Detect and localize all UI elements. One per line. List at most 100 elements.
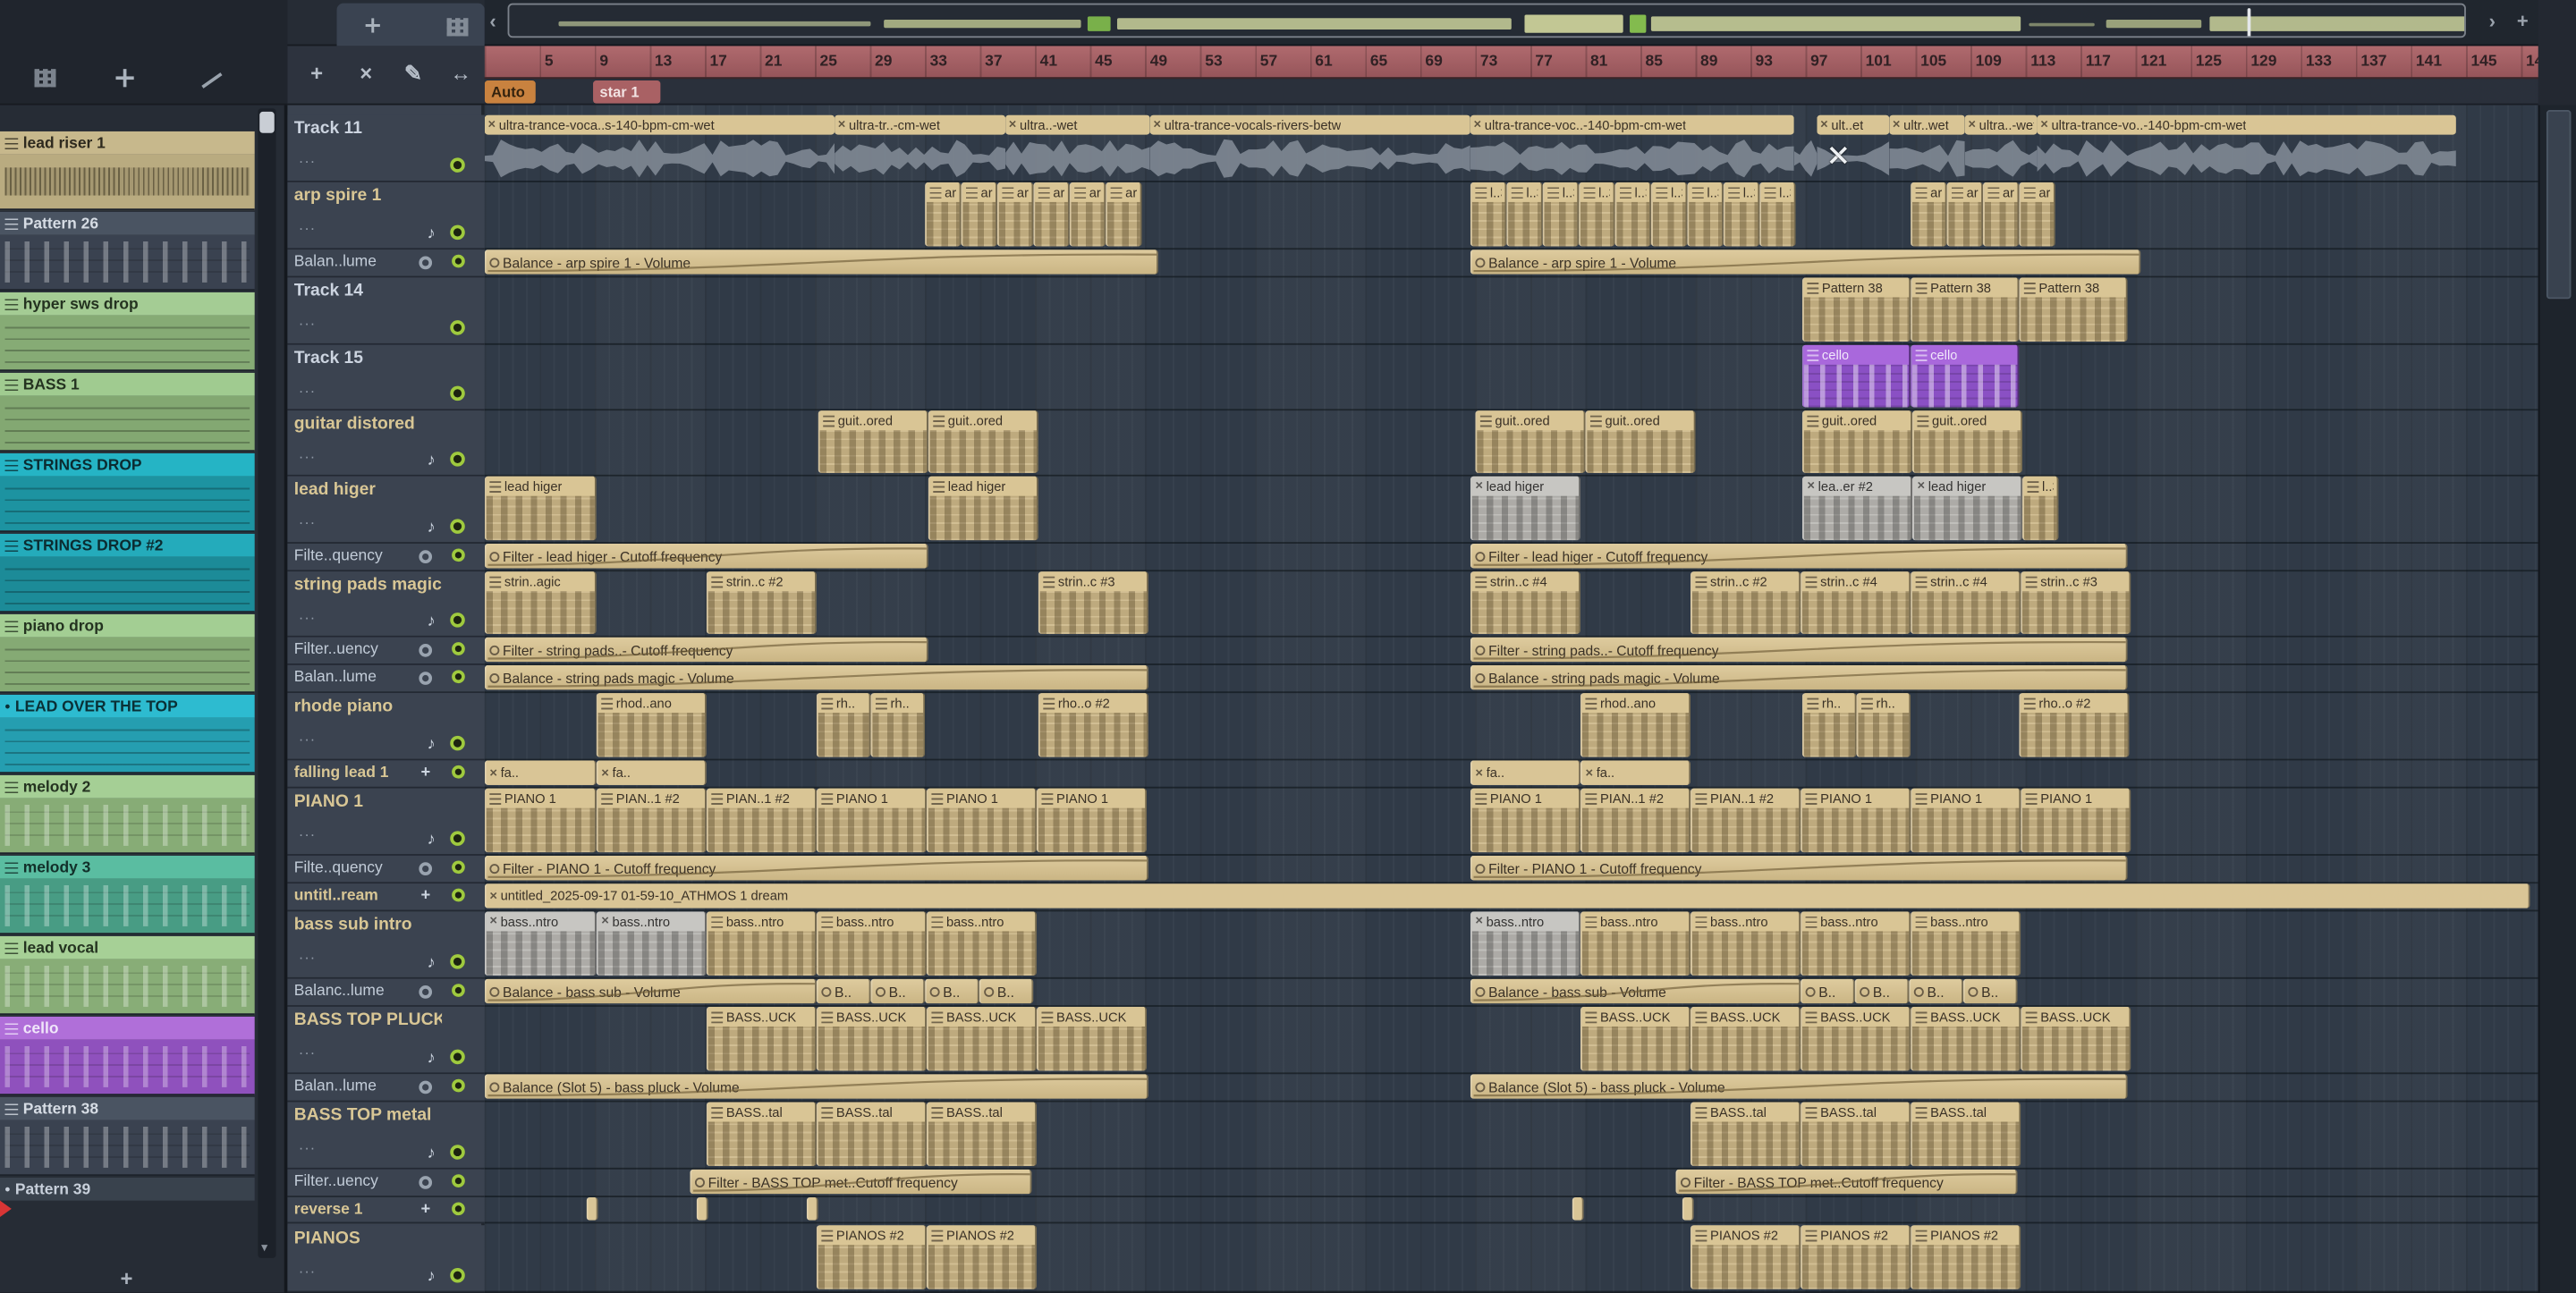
track-mute-led[interactable]: [450, 224, 465, 241]
playlist-clip[interactable]: PIANOS #2: [1911, 1225, 2021, 1289]
playlist-clip[interactable]: PIANO 1: [1036, 788, 1148, 853]
track-header-balan-lume[interactable]: Balan..lume: [287, 249, 485, 278]
playlist-clip[interactable]: [1572, 1196, 1584, 1221]
playlist-clip[interactable]: l..3: [1542, 182, 1580, 247]
playlist-clip[interactable]: PIAN..1 #2: [596, 788, 707, 853]
playlist-clip[interactable]: Balance - bass sub - Volume: [484, 978, 817, 1004]
track-mute-led[interactable]: [450, 954, 465, 969]
picker-scrollbar-thumb[interactable]: [259, 111, 275, 133]
playlist-clip[interactable]: ar..: [1982, 182, 2020, 247]
playlist-clip[interactable]: ar..: [1106, 182, 1142, 247]
track-header-filter-uency[interactable]: Filter..uency: [287, 1169, 485, 1197]
picker-item-cello[interactable]: cello: [0, 1016, 255, 1096]
playlist-clip[interactable]: B..: [870, 978, 926, 1004]
playlist-clip[interactable]: × ultra-tr..-cm-wet: [835, 114, 1006, 180]
playlist-clip[interactable]: PIAN..1 #2: [1690, 788, 1801, 853]
playlist-clip[interactable]: Balance - arp spire 1 - Volume: [484, 249, 1158, 275]
track-mute-led[interactable]: [452, 888, 465, 902]
playlist-clip[interactable]: PIANOS #2: [926, 1225, 1037, 1289]
playlist-clip[interactable]: cello: [1801, 344, 1911, 408]
track-mute-led[interactable]: [452, 670, 465, 684]
playlist-clip[interactable]: BASS..UCK: [1036, 1006, 1148, 1071]
playlist-clip[interactable]: Filter - PIANO 1 - Cutoff frequency: [1470, 855, 2128, 881]
picker-item-strings-drop[interactable]: STRINGS DROP: [0, 452, 255, 533]
playlist-clip[interactable]: l..3: [1614, 182, 1651, 247]
playlist-clip[interactable]: Balance (Slot 5) - bass pluck - Volume: [1470, 1074, 2128, 1099]
track-mute-led[interactable]: [450, 320, 465, 335]
track-header-guitar-distored[interactable]: guitar distored... ♪: [287, 410, 485, 477]
playlist-clip[interactable]: rh..: [1856, 693, 1911, 757]
playlist-clip[interactable]: B..: [816, 978, 871, 1004]
playlist-clip[interactable]: × lea..er #2: [1801, 476, 1912, 541]
playlist-clip[interactable]: BASS..tal: [1801, 1102, 1911, 1167]
track-mute-led[interactable]: [450, 385, 465, 401]
track-header-track-15[interactable]: Track 15...: [287, 344, 485, 411]
track-mute-led[interactable]: [452, 984, 465, 997]
playlist-clip[interactable]: ar..: [961, 182, 997, 247]
playlist-clip[interactable]: PIANO 1: [816, 788, 927, 853]
track-mute-led[interactable]: [450, 1049, 465, 1065]
playlist-clip[interactable]: PIANO 1: [484, 788, 597, 853]
track-header-falling-lead-1[interactable]: falling lead 1 +: [287, 760, 485, 789]
scrollbar-thumb[interactable]: [2546, 110, 2572, 300]
playlist-clip[interactable]: Balance - bass sub - Volume: [1470, 978, 1801, 1004]
track-header-piano-1[interactable]: PIANO 1... ♪: [287, 788, 485, 856]
track-header-reverse-1[interactable]: reverse 1 +: [287, 1196, 485, 1224]
playlist-clip[interactable]: BASS..UCK: [816, 1006, 927, 1071]
playlist-clip[interactable]: Filter - lead higer - Cutoff frequency: [484, 543, 928, 569]
playlist-clip[interactable]: rho..o #2: [1038, 693, 1148, 757]
playlist-clip[interactable]: lead higer: [484, 476, 597, 541]
playlist-clip[interactable]: bass..ntro: [1911, 911, 2021, 976]
playlist-clip[interactable]: PIANOS #2: [1690, 1225, 1801, 1289]
playlist-clip[interactable]: × ultra-trance-vo..-140-bpm-cm-wet: [2037, 114, 2456, 180]
playlist-clip[interactable]: B..: [925, 978, 979, 1004]
playlist-clip[interactable]: ar..: [2019, 182, 2055, 247]
playlist-clip[interactable]: strin..c #4: [1801, 571, 1911, 634]
playlist-clip[interactable]: strin..c #3: [1038, 571, 1148, 634]
playlist-clip[interactable]: PIANO 1: [1470, 788, 1580, 853]
track-mute-led[interactable]: [452, 548, 465, 562]
track-mute-led[interactable]: [450, 1145, 465, 1160]
track-header-lead-higer[interactable]: lead higer... ♪: [287, 476, 485, 544]
track-mute-led[interactable]: [450, 452, 465, 467]
picker-tab[interactable]: [336, 3, 485, 46]
playlist-clip[interactable]: PIANOS #2: [816, 1225, 927, 1289]
track-mute-led[interactable]: [452, 254, 465, 268]
playlist-clip[interactable]: × bass..ntro: [484, 911, 597, 976]
playlist-clip[interactable]: BASS..tal: [1690, 1102, 1801, 1167]
track-header-track-11[interactable]: Track 11...: [287, 114, 485, 182]
playlist-clip[interactable]: × fa..: [484, 760, 597, 785]
track-mute-led[interactable]: [452, 1202, 465, 1216]
picker-item-lead-over-the-top[interactable]: • LEAD OVER THE TOP: [0, 694, 255, 774]
playlist-clip[interactable]: strin..c #4: [1911, 571, 2021, 634]
playlist-clip[interactable]: l..3: [1687, 182, 1724, 247]
add-tool-icon[interactable]: +: [310, 61, 323, 86]
playlist-clip[interactable]: × lead higer: [1911, 476, 2023, 541]
playlist-clip[interactable]: Filter - string pads..- Cutoff frequency: [484, 637, 928, 663]
track-mute-led[interactable]: [452, 765, 465, 779]
track-mute-led[interactable]: [450, 157, 465, 173]
playlist-clip[interactable]: l..3: [1650, 182, 1688, 247]
track-mute-led[interactable]: [452, 860, 465, 875]
playlist-clip[interactable]: B..: [1854, 978, 1910, 1004]
playlist-clip[interactable]: guit..ored: [1475, 410, 1586, 473]
playlist-clip[interactable]: Pattern 38: [1801, 277, 1911, 342]
playlist-clip[interactable]: Balance - string pads magic - Volume: [484, 664, 1148, 690]
overview-view-range[interactable]: [507, 3, 2466, 38]
playlist-clip[interactable]: rh..: [1801, 693, 1857, 757]
playlist-clip[interactable]: PIANOS #2: [1801, 1225, 1911, 1289]
picker-item-bass-1[interactable]: BASS 1: [0, 372, 255, 452]
time-marker-star-1[interactable]: star 1: [593, 80, 661, 104]
playlist-clip[interactable]: BASS..UCK: [1911, 1006, 2021, 1071]
playlist-clip[interactable]: [1793, 115, 1818, 180]
picker-item-pattern-26[interactable]: Pattern 26: [0, 211, 255, 292]
time-marker-auto[interactable]: Auto: [484, 80, 536, 104]
playlist-clip[interactable]: Filter - BASS TOP met..Cutoff frequency: [1675, 1169, 2018, 1195]
playlist-clip[interactable]: bass..ntro: [706, 911, 817, 976]
playlist-clip[interactable]: × ultr..wet: [1889, 114, 1965, 180]
track-header-balan-lume[interactable]: Balan..lume: [287, 664, 485, 694]
track-header-arp-spire-1[interactable]: arp spire 1... ♪: [287, 182, 485, 250]
track-mute-led[interactable]: [450, 1267, 465, 1283]
sparkle-icon[interactable]: [115, 69, 133, 88]
track-mute-led[interactable]: [450, 735, 465, 751]
